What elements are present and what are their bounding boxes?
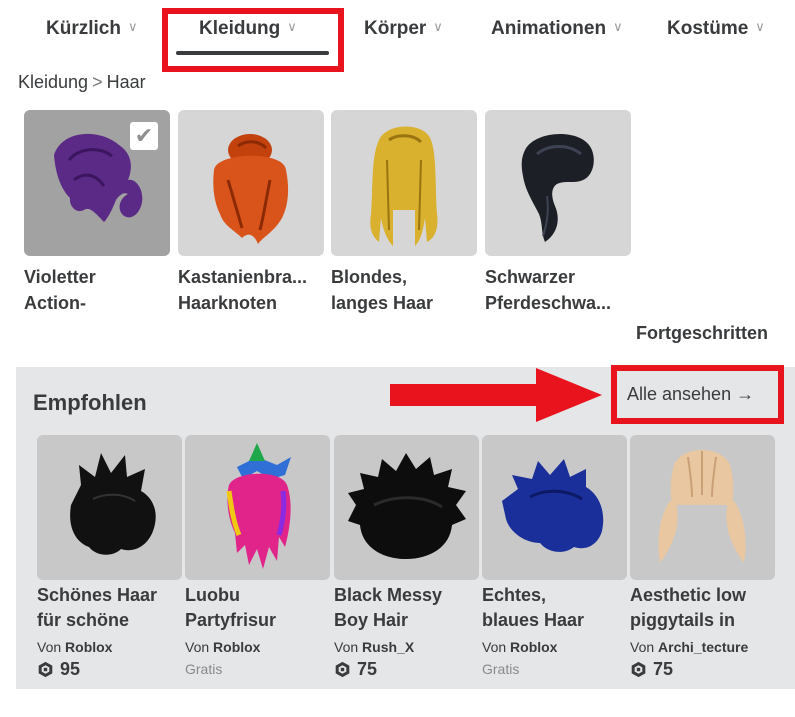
creator-name[interactable]: Roblox [213,639,260,655]
breadcrumb-current: Haar [106,72,146,92]
chevron-down-icon: ∨ [755,19,765,34]
recommended-item-card[interactable]: Echtes, blaues Haar Von Roblox Gratis [482,435,627,675]
tab-body[interactable]: Körper ∨ [364,18,443,48]
chevron-down-icon: ∨ [127,19,138,34]
robux-icon [38,661,53,678]
item-thumbnail[interactable] [485,110,631,256]
hair-black-ponytail-icon [521,133,594,242]
recommended-item-card[interactable]: Black Messy Boy Hair Von Rush_X 75 [334,435,479,680]
breadcrumb-parent[interactable]: Kleidung [18,72,88,92]
creator-name[interactable]: Archi_tecture [658,639,748,655]
robux-icon [335,661,350,678]
item-thumbnail[interactable] [37,435,182,580]
owned-item-black-ponytail[interactable]: Schwarzer Pferdeschwa... [485,110,631,316]
owned-item-blonde[interactable]: Blondes, langes Haar [331,110,477,316]
owned-item-chestnut[interactable]: Kastanienbra... Haarknoten [178,110,324,316]
price: 75 [334,659,479,680]
recommended-item-card[interactable]: Schönes Haar für schöne Von Roblox 95 [37,435,182,680]
tab-costumes[interactable]: Kostüme ∨ [667,18,765,48]
item-thumbnail[interactable] [334,435,479,580]
owned-item-violet[interactable]: ✔ Violetter Action- [24,110,170,316]
price: 75 [630,659,775,680]
item-thumbnail[interactable] [331,110,477,256]
item-thumbnail[interactable] [185,435,330,580]
creator-name[interactable]: Roblox [65,639,112,655]
hair-black-spiky-icon [70,453,156,555]
recommended-item-card[interactable]: Luobu Partyfrisur Von Roblox Gratis [185,435,330,675]
breadcrumb: Kleidung > Haar [18,72,146,93]
bottom-strip [16,689,795,717]
checkmark-icon: ✔ [130,122,158,150]
tab-animations[interactable]: Animationen ∨ [491,18,623,48]
hair-messy-black-icon [348,453,466,559]
item-thumbnail[interactable] [178,110,324,256]
price-free: Gratis [185,661,223,675]
hair-blonde-icon [370,126,438,246]
item-thumbnail[interactable] [630,435,775,580]
advanced-link[interactable]: Fortgeschritten [636,323,768,344]
hair-blue-icon [502,459,604,552]
price-free: Gratis [482,661,520,675]
chevron-down-icon: ∨ [433,19,443,34]
category-tab-bar: Kürzlich ∨ Kleidung ∨ Körper ∨ Animationen ∨… [0,0,795,62]
highlight-box-tab [162,8,344,72]
annotation-arrow-icon [390,368,602,422]
recommended-item-card[interactable]: Aesthetic low piggytails in Von Archi_tec… [630,435,775,680]
recommended-title: Empfohlen [33,390,147,415]
robux-icon [631,661,646,678]
item-thumbnail[interactable] [482,435,627,580]
hair-chestnut-icon [213,134,289,244]
breadcrumb-separator: > [92,72,103,92]
price: 95 [37,659,182,680]
hair-party-icon [226,443,291,569]
creator-name[interactable]: Rush_X [362,639,414,655]
chevron-down-icon: ∨ [613,19,623,34]
hair-piggytails-icon [658,450,746,563]
item-thumbnail[interactable]: ✔ [24,110,170,256]
highlight-box-see-all [611,365,784,424]
tab-recent[interactable]: Kürzlich ∨ [46,18,137,48]
creator-name[interactable]: Roblox [510,639,557,655]
